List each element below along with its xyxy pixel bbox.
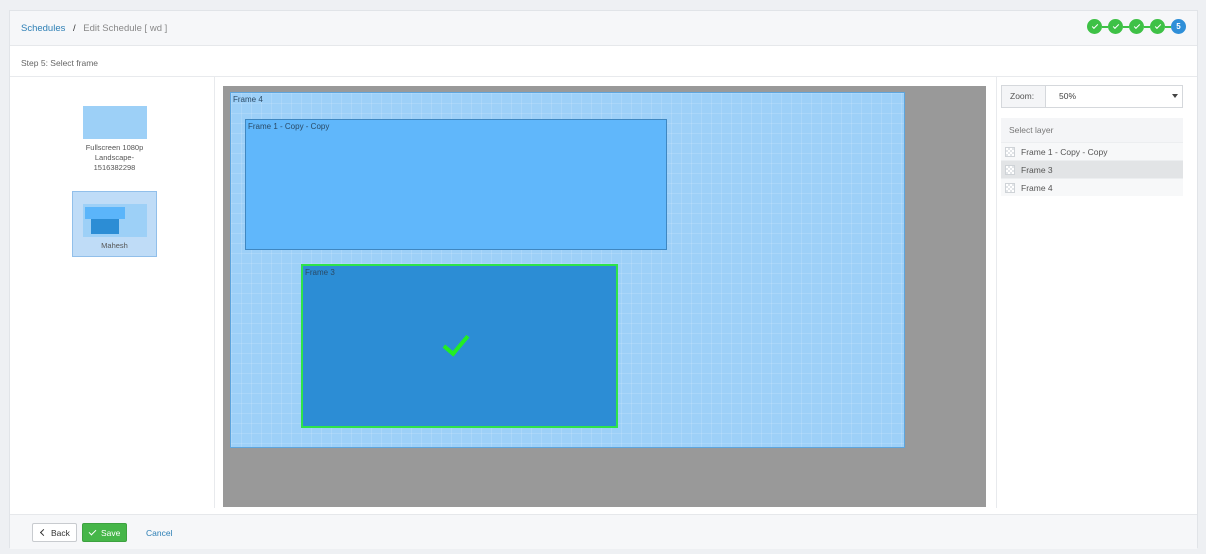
layer-item-frame-3[interactable]: Frame 3: [1001, 160, 1183, 178]
layout-label: Fullscreen 1080p Landscape-1516382298: [85, 143, 144, 173]
transparency-grid-icon: [1005, 164, 1015, 175]
save-button-label: Save: [101, 527, 121, 538]
step-title: Step 5: Select frame: [21, 58, 99, 68]
properties-panel: Zoom: 50% Select layer Frame 1 - Copy - …: [996, 77, 1199, 508]
back-button-label: Back: [51, 527, 70, 538]
layout-thumbnail: [82, 204, 147, 237]
frame-label: Frame 4: [233, 95, 263, 104]
layer-item-frame-1-copy-copy[interactable]: Frame 1 - Copy - Copy: [1001, 142, 1183, 160]
wizard-step-2[interactable]: [1108, 19, 1123, 34]
frame-4[interactable]: Frame 4 Frame 1 - Copy - Copy Frame 3: [230, 92, 905, 448]
cancel-button-label: Cancel: [146, 527, 173, 538]
check-icon: [88, 527, 97, 535]
layer-list: Select layer Frame 1 - Copy - Copy Frame…: [1001, 118, 1183, 196]
chevron-left-icon: [39, 528, 48, 537]
step-number: 5: [1176, 22, 1181, 31]
cancel-button[interactable]: Cancel: [140, 523, 178, 542]
layout-list: Fullscreen 1080p Landscape-1516382298 Ma…: [10, 77, 215, 508]
frame-3[interactable]: Frame 3: [301, 264, 618, 428]
check-icon: [1133, 22, 1140, 29]
checkmark-icon: [442, 328, 470, 357]
breadcrumb-separator: /: [73, 23, 76, 34]
frame-label: Frame 3: [305, 268, 335, 277]
layer-list-heading: Select layer: [1001, 118, 1183, 142]
layer-item-label: Frame 3: [1021, 164, 1053, 175]
layer-item-label: Frame 4: [1021, 182, 1053, 193]
layer-item-frame-4[interactable]: Frame 4: [1001, 178, 1183, 196]
frame-1-copy-copy[interactable]: Frame 1 - Copy - Copy: [245, 119, 667, 250]
layout-item-mahesh[interactable]: Mahesh: [72, 191, 157, 257]
wizard-steps: 5: [1087, 19, 1186, 34]
zoom-select[interactable]: 50%: [1046, 86, 1182, 107]
zoom-label: Zoom:: [1002, 86, 1046, 107]
page-footer: Back Save Cancel: [10, 514, 1197, 549]
layout-label: Mahesh: [101, 241, 128, 250]
schedule-editor-card: Schedules / Edit Schedule [ wd ] 5 Step …: [9, 10, 1198, 549]
save-button[interactable]: Save: [82, 523, 128, 542]
page-header: Schedules / Edit Schedule [ wd ] 5: [10, 11, 1197, 46]
frame-label: Frame 1 - Copy - Copy: [248, 122, 330, 131]
zoom-value: 50%: [1059, 91, 1077, 101]
content-area: Fullscreen 1080p Landscape-1516382298 Ma…: [10, 77, 1197, 508]
check-icon: [1091, 22, 1098, 29]
check-icon: [1154, 22, 1161, 29]
wizard-step-1[interactable]: [1087, 19, 1102, 34]
breadcrumb-current: Edit Schedule [ wd ]: [83, 23, 168, 34]
layout-thumbnail: [82, 106, 147, 139]
transparency-grid-icon: [1005, 146, 1015, 157]
step-bar: Step 5: Select frame: [10, 46, 1197, 77]
wizard-step-3[interactable]: [1129, 19, 1144, 34]
breadcrumb: Schedules / Edit Schedule [ wd ]: [21, 23, 167, 34]
frame-canvas: Frame 4 Frame 1 - Copy - Copy Frame 3: [223, 86, 986, 507]
breadcrumb-schedules-link[interactable]: Schedules: [21, 23, 65, 34]
layout-item-fullscreen[interactable]: Fullscreen 1080p Landscape-1516382298: [72, 106, 157, 182]
zoom-control: Zoom: 50%: [1001, 85, 1183, 108]
thumb-frame: [90, 219, 119, 234]
wizard-step-4[interactable]: [1150, 19, 1165, 34]
check-icon: [1112, 22, 1119, 29]
back-button[interactable]: Back: [32, 523, 77, 542]
thumb-frame: [84, 207, 125, 219]
layer-item-label: Frame 1 - Copy - Copy: [1021, 146, 1108, 157]
caret-down-icon: [1172, 94, 1178, 98]
wizard-step-5[interactable]: 5: [1171, 19, 1186, 34]
transparency-grid-icon: [1005, 182, 1015, 193]
